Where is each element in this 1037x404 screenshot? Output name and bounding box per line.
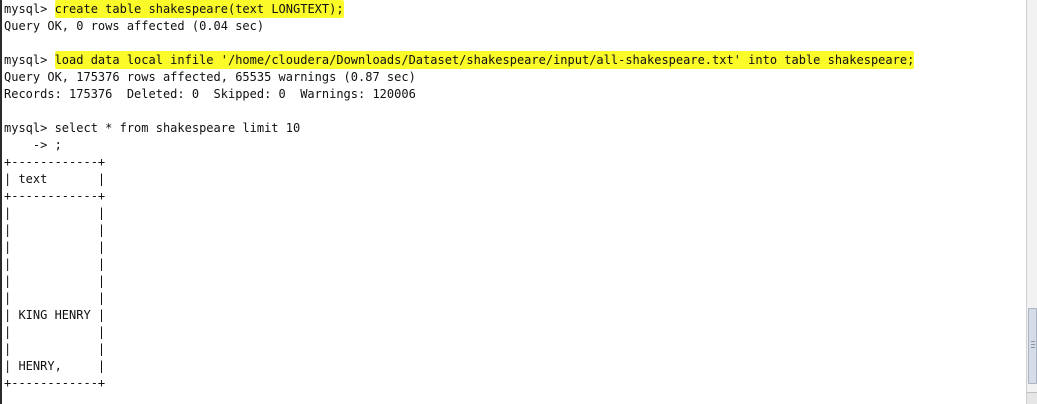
terminal-line: | | — [4, 324, 914, 341]
terminal-line: | HENRY, | — [4, 358, 914, 375]
line-text: | | — [4, 206, 106, 220]
terminal-window[interactable]: mysql> create table shakespeare(text LON… — [0, 0, 1026, 404]
line-text: | | — [4, 325, 106, 339]
highlighted-command: load data local infile '/home/cloudera/D… — [54, 53, 915, 67]
line-text: | HENRY, | — [4, 359, 106, 373]
line-text: Query OK, 175376 rows affected, 65535 wa… — [4, 70, 416, 84]
line-text: mysql> select * from shakespeare limit 1… — [4, 121, 301, 135]
line-text: mysql> — [4, 53, 55, 67]
terminal-line: Query OK, 175376 rows affected, 65535 wa… — [4, 69, 914, 86]
terminal-line: | KING HENRY | — [4, 307, 914, 324]
line-text: +------------+ — [4, 189, 106, 203]
thumb-grip-line — [1031, 341, 1035, 342]
terminal-line: mysql> load data local infile '/home/clo… — [4, 52, 915, 69]
terminal-line: | | — [4, 205, 914, 222]
terminal-output: mysql> create table shakespeare(text LON… — [4, 1, 915, 392]
terminal-line: mysql> create table shakespeare(text LON… — [4, 1, 914, 18]
line-text: Query OK, 0 rows affected (0.04 sec) — [4, 19, 265, 33]
terminal-line: mysql> select * from shakespeare limit 1… — [4, 120, 914, 137]
terminal-line: +------------+ — [4, 375, 914, 392]
terminal-line: | | — [4, 341, 914, 358]
line-text: | | — [4, 291, 106, 305]
line-text: | | — [4, 240, 106, 254]
line-text: | KING HENRY | — [4, 308, 106, 322]
line-text: | | — [4, 342, 106, 356]
terminal-line: | | — [4, 239, 914, 256]
terminal-line: Records: 175376 Deleted: 0 Skipped: 0 Wa… — [4, 86, 914, 103]
terminal-line: | text | — [4, 171, 914, 188]
terminal-line: | | — [4, 256, 914, 273]
line-text: Records: 175376 Deleted: 0 Skipped: 0 Wa… — [4, 87, 416, 101]
terminal-left-border — [0, 0, 2, 404]
thumb-grip-line — [1031, 347, 1035, 348]
line-text: +------------+ — [4, 155, 106, 169]
line-text: +------------+ — [4, 376, 106, 390]
line-text: | | — [4, 274, 106, 288]
terminal-line: -> ; — [4, 137, 914, 154]
terminal-line: +------------+ — [4, 188, 914, 205]
terminal-line: | | — [4, 290, 914, 307]
line-text: mysql> — [4, 2, 55, 16]
line-text: | | — [4, 257, 106, 271]
line-text: | text | — [4, 172, 106, 186]
terminal-line: +------------+ — [4, 154, 914, 171]
terminal-line: | | — [4, 222, 914, 239]
vertical-scrollbar[interactable] — [1026, 0, 1037, 404]
highlighted-command: create table shakespeare(text LONGTEXT); — [54, 2, 344, 16]
terminal-line: | | — [4, 273, 914, 290]
scroll-down-arrow[interactable] — [1027, 392, 1037, 404]
scrollbar-thumb[interactable] — [1028, 308, 1037, 384]
thumb-grip-line — [1031, 344, 1035, 345]
line-text: | | — [4, 223, 106, 237]
terminal-line: Query OK, 0 rows affected (0.04 sec) — [4, 18, 914, 35]
line-text: -> ; — [4, 138, 62, 152]
